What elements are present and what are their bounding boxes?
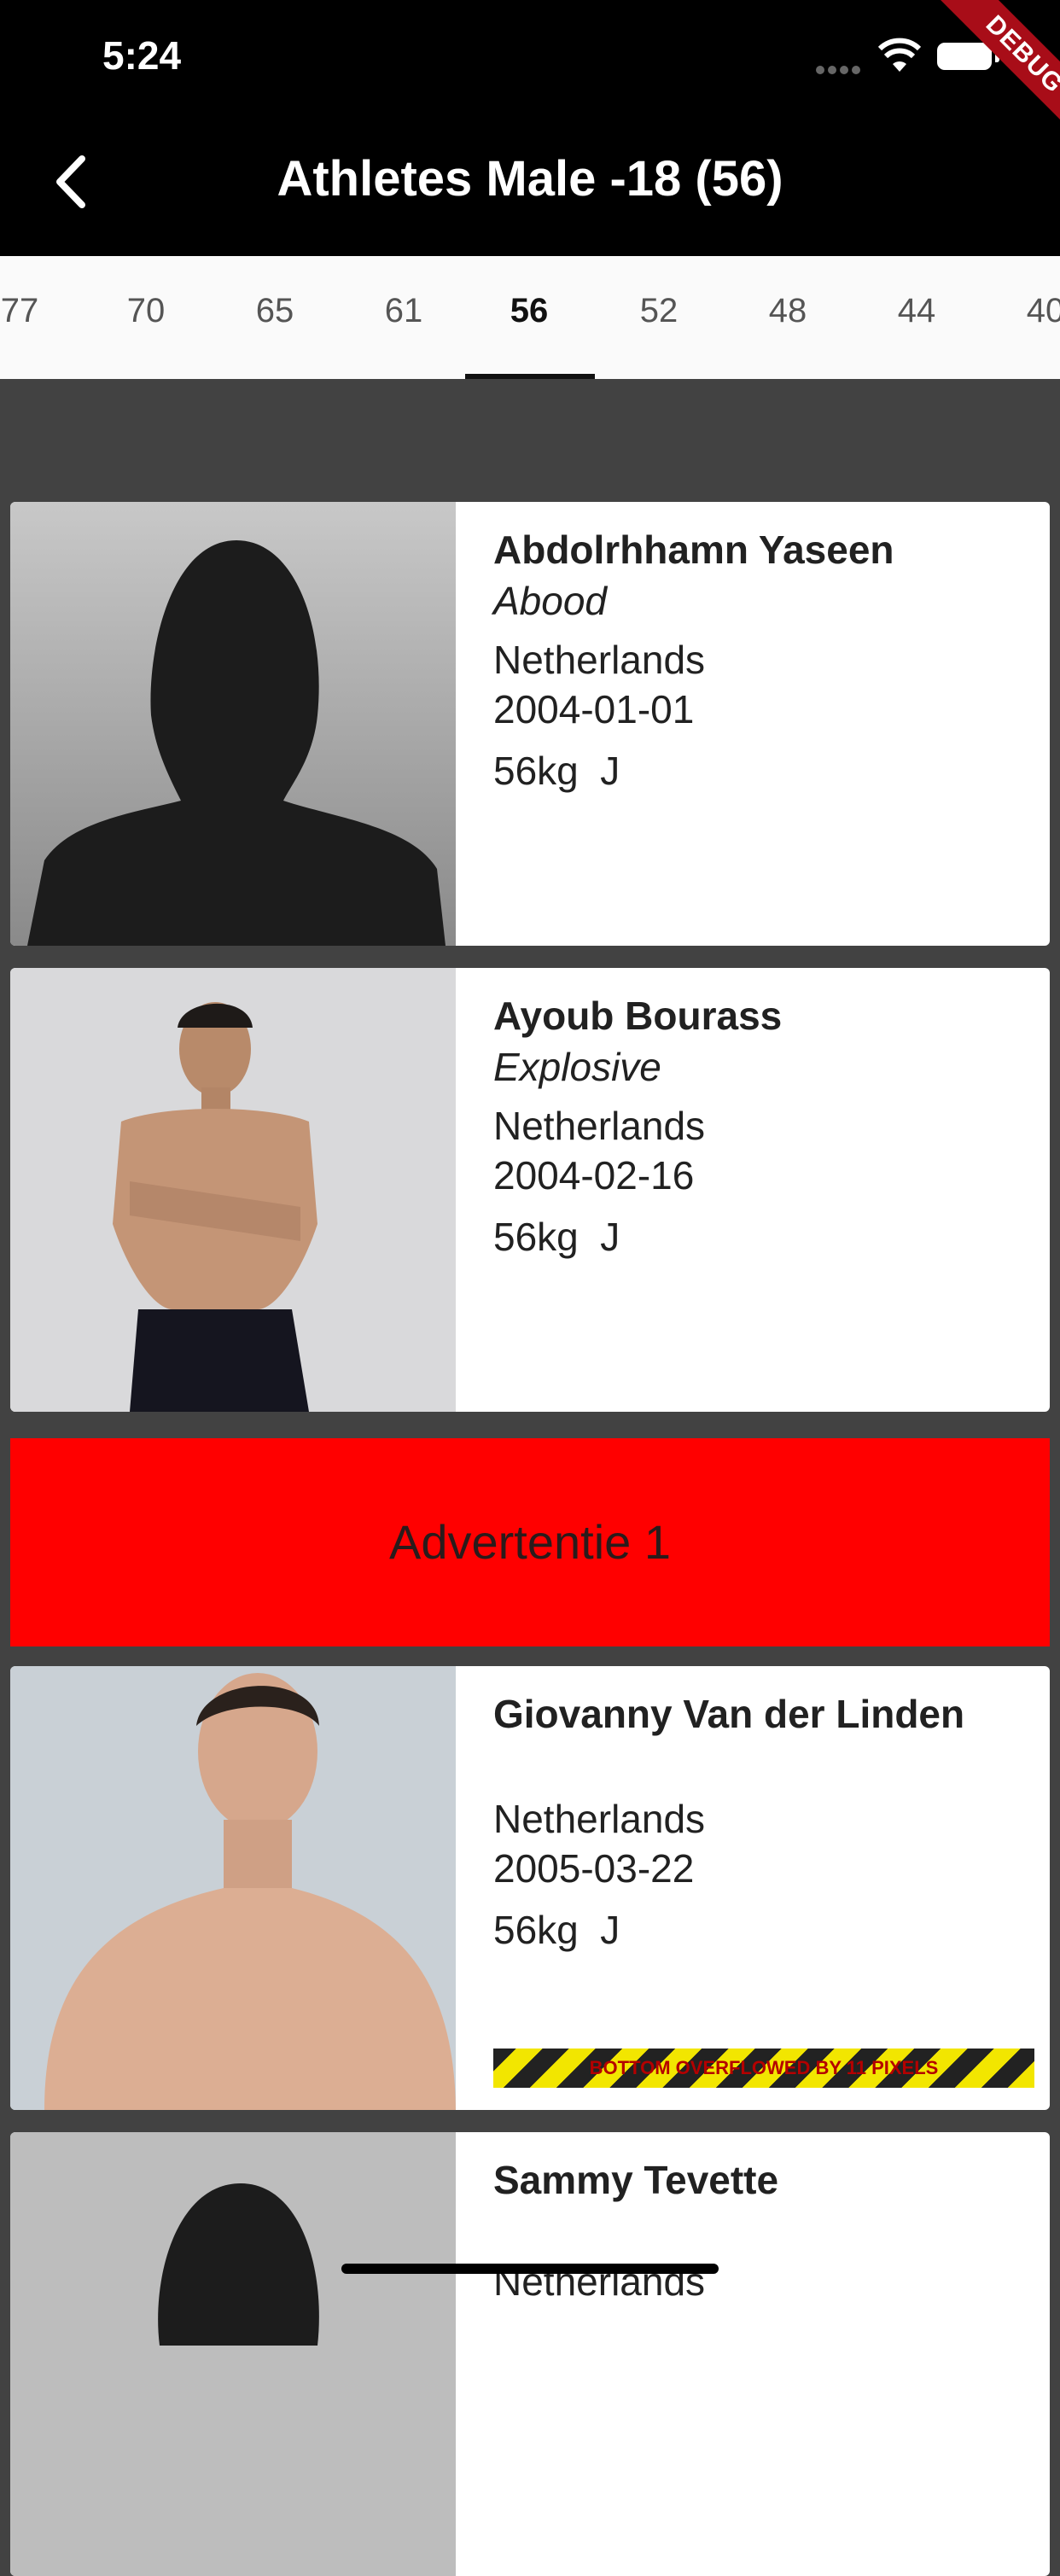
tab-52[interactable]: 52 [595, 292, 723, 330]
app-bar: 5:24 DEBUG Athletes Male -18 (56) [0, 0, 1060, 256]
athlete-card[interactable]: Ayoub Bourass Explosive Netherlands 2004… [10, 968, 1050, 1412]
overflow-warning: BOTTOM OVERFLOWED BY 11 PIXELS [493, 2049, 1034, 2088]
athlete-card[interactable]: Abdolrhhamn Yaseen Abood Netherlands 200… [10, 502, 1050, 946]
athlete-silhouette-image [10, 502, 456, 946]
weight-tab-bar: 77 70 65 61 56 52 48 44 40 [0, 256, 1060, 379]
athlete-weight: 56kg J [493, 749, 620, 793]
battery-icon [937, 43, 992, 70]
tab-70[interactable]: 70 [82, 292, 210, 330]
athlete-photo [10, 1666, 456, 2110]
athlete-weight: 56kg J [493, 1908, 620, 1952]
athlete-nickname: Abood [493, 579, 608, 623]
debug-banner: DEBUG [912, 0, 1060, 166]
athlete-name: Ayoub Bourass [493, 994, 783, 1038]
athlete-country: Netherlands [493, 638, 706, 682]
tab-48[interactable]: 48 [724, 292, 852, 330]
athlete-dob: 2004-02-16 [493, 1153, 695, 1198]
athlete-weight: 56kg J [493, 1215, 620, 1259]
athlete-dob: 2005-03-22 [493, 1846, 695, 1891]
cellular-signal-icon [816, 63, 865, 74]
tab-40[interactable]: 40 [981, 292, 1060, 330]
tab-56[interactable]: 56 [465, 292, 593, 330]
overflow-warning-text: BOTTOM OVERFLOWED BY 11 PIXELS [589, 2057, 939, 2078]
athlete-country: Netherlands [493, 1104, 706, 1148]
athlete-photo [10, 968, 456, 1412]
tab-77[interactable]: 77 [0, 292, 84, 330]
home-indicator[interactable] [341, 2264, 719, 2274]
athlete-name: Abdolrhhamn Yaseen [493, 527, 894, 572]
wifi-icon [877, 38, 922, 72]
tab-61[interactable]: 61 [340, 292, 468, 330]
tab-44[interactable]: 44 [853, 292, 981, 330]
tab-65[interactable]: 65 [211, 292, 339, 330]
active-tab-indicator [465, 374, 595, 379]
status-time: 5:24 [102, 33, 182, 78]
athlete-country: Netherlands [493, 1797, 706, 1841]
athlete-name: Giovanny Van der Linden [493, 1692, 965, 1736]
advertisement-banner[interactable]: Advertentie 1 [10, 1438, 1050, 1646]
athlete-silhouette-image [10, 2132, 456, 2576]
athlete-nickname: Explosive [493, 1045, 661, 1089]
athlete-card[interactable]: Giovanny Van der Linden Netherlands 2005… [10, 1666, 1050, 2110]
athlete-card[interactable]: Sammy Tevette Netherlands [10, 2132, 1050, 2576]
athlete-dob: 2004-01-01 [493, 687, 695, 731]
athlete-name: Sammy Tevette [493, 2158, 779, 2202]
page-title: Athletes Male -18 (56) [277, 151, 783, 207]
